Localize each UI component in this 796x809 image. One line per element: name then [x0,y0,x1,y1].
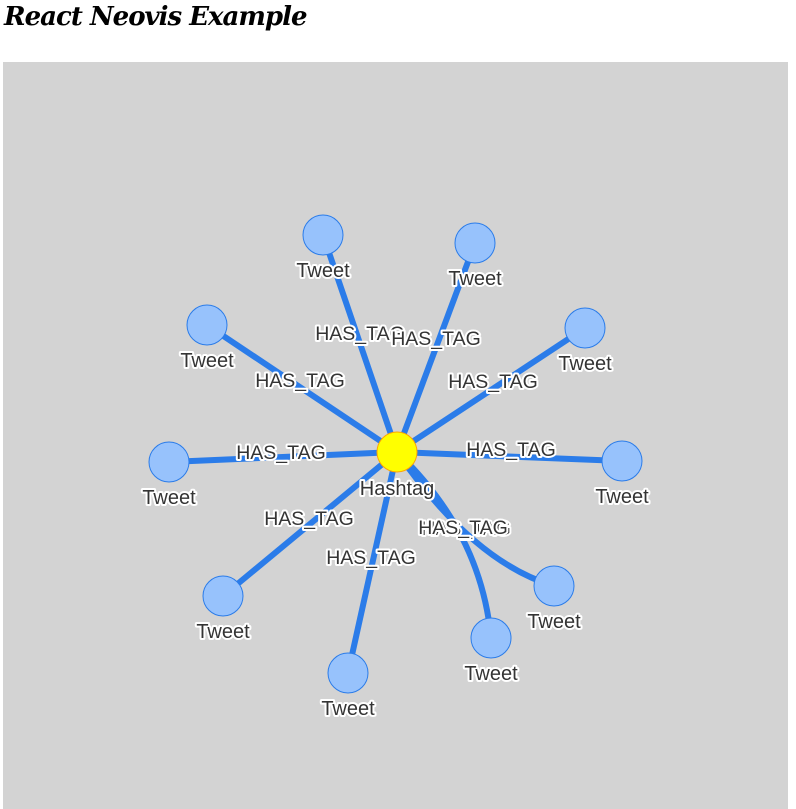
tweet-node[interactable] [202,575,244,617]
tweet-node-label: Tweet [448,268,502,290]
tweet-node[interactable] [601,440,643,482]
tweet-node-label: Tweet [321,698,375,720]
graph-svg[interactable]: HAS_TAGHAS_TAGHAS_TAG HAS_TAGHAS_TAG HAS_T… [3,62,788,809]
tweet-node[interactable] [186,304,228,346]
edge-label: HAS_TAG [264,508,354,530]
tweet-node[interactable] [470,617,512,659]
tweet-node[interactable] [564,307,606,349]
hashtag-node[interactable] [376,431,418,473]
page-title: React Neovis Example [4,2,307,32]
tweet-node-label: Tweet [180,350,234,372]
tweet-node-label: Tweet [196,621,250,643]
edge-label: HAS_TAG [326,547,416,569]
graph-canvas[interactable]: HAS_TAG HAS_TAG HAS_TAG HAS_TAG HAS_TAG HAS_T… [3,62,788,809]
edge-label: HAS_TAG [448,371,538,393]
edge-label: HAS_TAG [236,442,326,464]
tweet-node[interactable] [454,222,496,264]
tweet-node-label: Tweet [527,611,581,633]
tweet-node[interactable] [302,214,344,256]
tweet-node-label: Tweet [595,486,649,508]
tweet-node[interactable] [533,565,575,607]
tweet-node-label: Tweet [464,663,518,685]
tweet-node[interactable] [327,652,369,694]
hashtag-node-label: Hashtag [360,478,435,500]
edge-label: HAS_TAG [466,439,556,461]
tweet-node[interactable] [148,441,190,483]
tweet-node-label: Tweet [558,353,612,375]
tweet-node-label: Tweet [296,260,350,282]
edge-label: HAS_TAG [391,328,481,350]
edge-label: HAS_TAG [255,370,345,392]
edge-label: HAS_TAG [418,517,508,539]
tweet-node-label: Tweet [142,487,196,509]
